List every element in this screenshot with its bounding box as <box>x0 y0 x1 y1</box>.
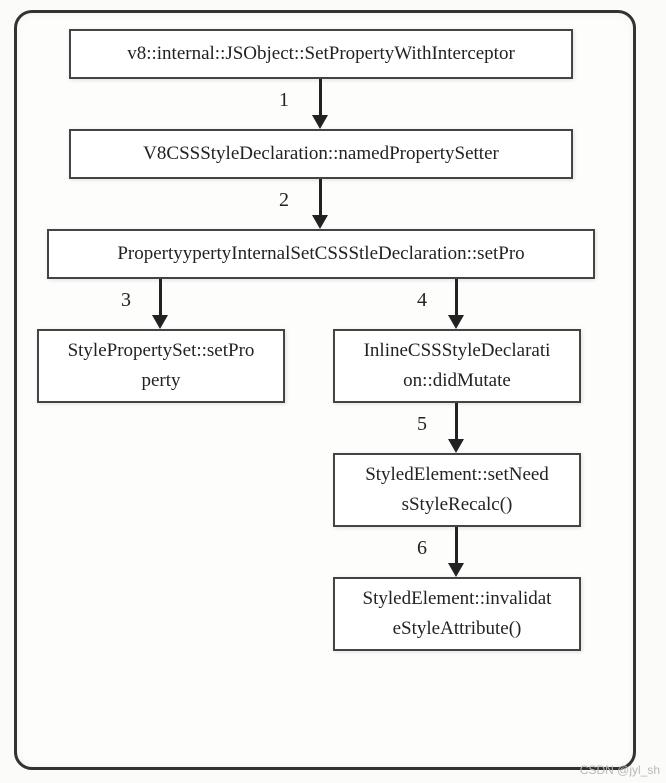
edge-label-3: 3 <box>121 289 131 312</box>
diagram-frame: v8::internal::JSObject::SetPropertyWithI… <box>14 10 636 770</box>
arrowhead-icon <box>312 215 328 229</box>
arrowhead-icon <box>312 115 328 129</box>
arrowhead-icon <box>448 315 464 329</box>
arrowhead-icon <box>448 439 464 453</box>
node-styledelement-invalidatestyleattribute: StyledElement::invalidat eStyleAttribute… <box>333 577 581 651</box>
node-inlinecss-didmutate: InlineCSSStyleDeclarati on::didMutate <box>333 329 581 403</box>
edge-6 <box>455 527 458 565</box>
node-label: StyledElement::setNeed sStyleRecalc() <box>347 460 567 521</box>
arrowhead-icon <box>448 563 464 577</box>
node-label: StyledElement::invalidat eStyleAttribute… <box>347 584 567 645</box>
edge-label-1: 1 <box>279 89 289 112</box>
node-styledelement-setneedsstylerecalc: StyledElement::setNeed sStyleRecalc() <box>333 453 581 527</box>
edge-3 <box>159 279 162 317</box>
watermark-text: CSDN @jyl_sh <box>580 763 660 777</box>
node-named-property-setter: V8CSSStyleDeclaration::namedPropertySett… <box>69 129 573 179</box>
arrowhead-icon <box>152 315 168 329</box>
node-stylepropertyset-setproperty: StylePropertySet::setPro perty <box>37 329 285 403</box>
edge-1 <box>319 79 322 117</box>
edge-label-5: 5 <box>417 413 427 436</box>
node-label: StylePropertySet::setPro perty <box>51 336 271 397</box>
edge-label-2: 2 <box>279 189 289 212</box>
node-label: InlineCSSStyleDeclarati on::didMutate <box>347 336 567 397</box>
edge-2 <box>319 179 322 217</box>
edge-4 <box>455 279 458 317</box>
edge-label-6: 6 <box>417 537 427 560</box>
node-label: v8::internal::JSObject::SetPropertyWithI… <box>127 39 515 69</box>
node-setproperty-interceptor: v8::internal::JSObject::SetPropertyWithI… <box>69 29 573 79</box>
node-label: V8CSSStyleDeclaration::namedPropertySett… <box>143 139 499 169</box>
edge-label-4: 4 <box>417 289 427 312</box>
edge-5 <box>455 403 458 441</box>
node-label: PropertyypertyInternalSetCSSStleDeclarat… <box>117 239 524 269</box>
node-internal-setcss-setpro: PropertyypertyInternalSetCSSStleDeclarat… <box>47 229 595 279</box>
